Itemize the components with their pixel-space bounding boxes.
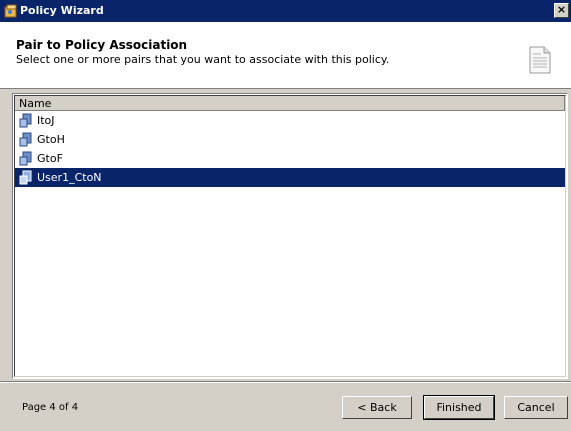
list-item-label: GtoF <box>37 152 63 165</box>
list-item-label: GtoH <box>37 133 65 146</box>
pair-icon <box>19 170 32 185</box>
page-subtitle: Select one or more pairs that you want t… <box>16 53 390 66</box>
list-item[interactable]: GtoF <box>15 149 565 168</box>
list-item[interactable]: GtoH <box>15 130 565 149</box>
pair-icon <box>19 132 32 147</box>
title-bar[interactable]: Policy Wizard × <box>0 0 571 22</box>
separator <box>0 89 571 91</box>
close-button[interactable]: × <box>554 3 569 18</box>
page-indicator: Page 4 of 4 <box>22 402 79 413</box>
column-divider[interactable] <box>564 96 565 111</box>
list-item[interactable]: ItoJ <box>15 111 565 130</box>
page-title: Pair to Policy Association <box>16 38 188 52</box>
finished-button[interactable]: Finished <box>423 395 495 420</box>
wizard-header: Pair to Policy Association Select one or… <box>0 22 571 89</box>
policy-wizard-icon <box>4 4 17 18</box>
window-title: Policy Wizard <box>20 4 104 17</box>
cancel-button[interactable]: Cancel <box>504 396 568 419</box>
column-header-name[interactable]: Name <box>15 96 565 111</box>
list-item-selected[interactable]: User1_CtoN <box>15 168 565 187</box>
column-header-label: Name <box>19 97 52 110</box>
document-icon <box>529 46 551 74</box>
wizard-footer: Page 4 of 4 < Back Finished Cancel <box>0 381 571 431</box>
list-item-label: ItoJ <box>37 114 55 127</box>
close-icon: × <box>556 3 567 16</box>
pair-icon <box>19 151 32 166</box>
back-button[interactable]: < Back <box>342 396 412 419</box>
list-item-label: User1_CtoN <box>37 171 102 184</box>
pair-icon <box>19 113 32 128</box>
pairs-list[interactable]: Name ItoJ GtoH GtoF User1_CtoN <box>12 93 568 379</box>
